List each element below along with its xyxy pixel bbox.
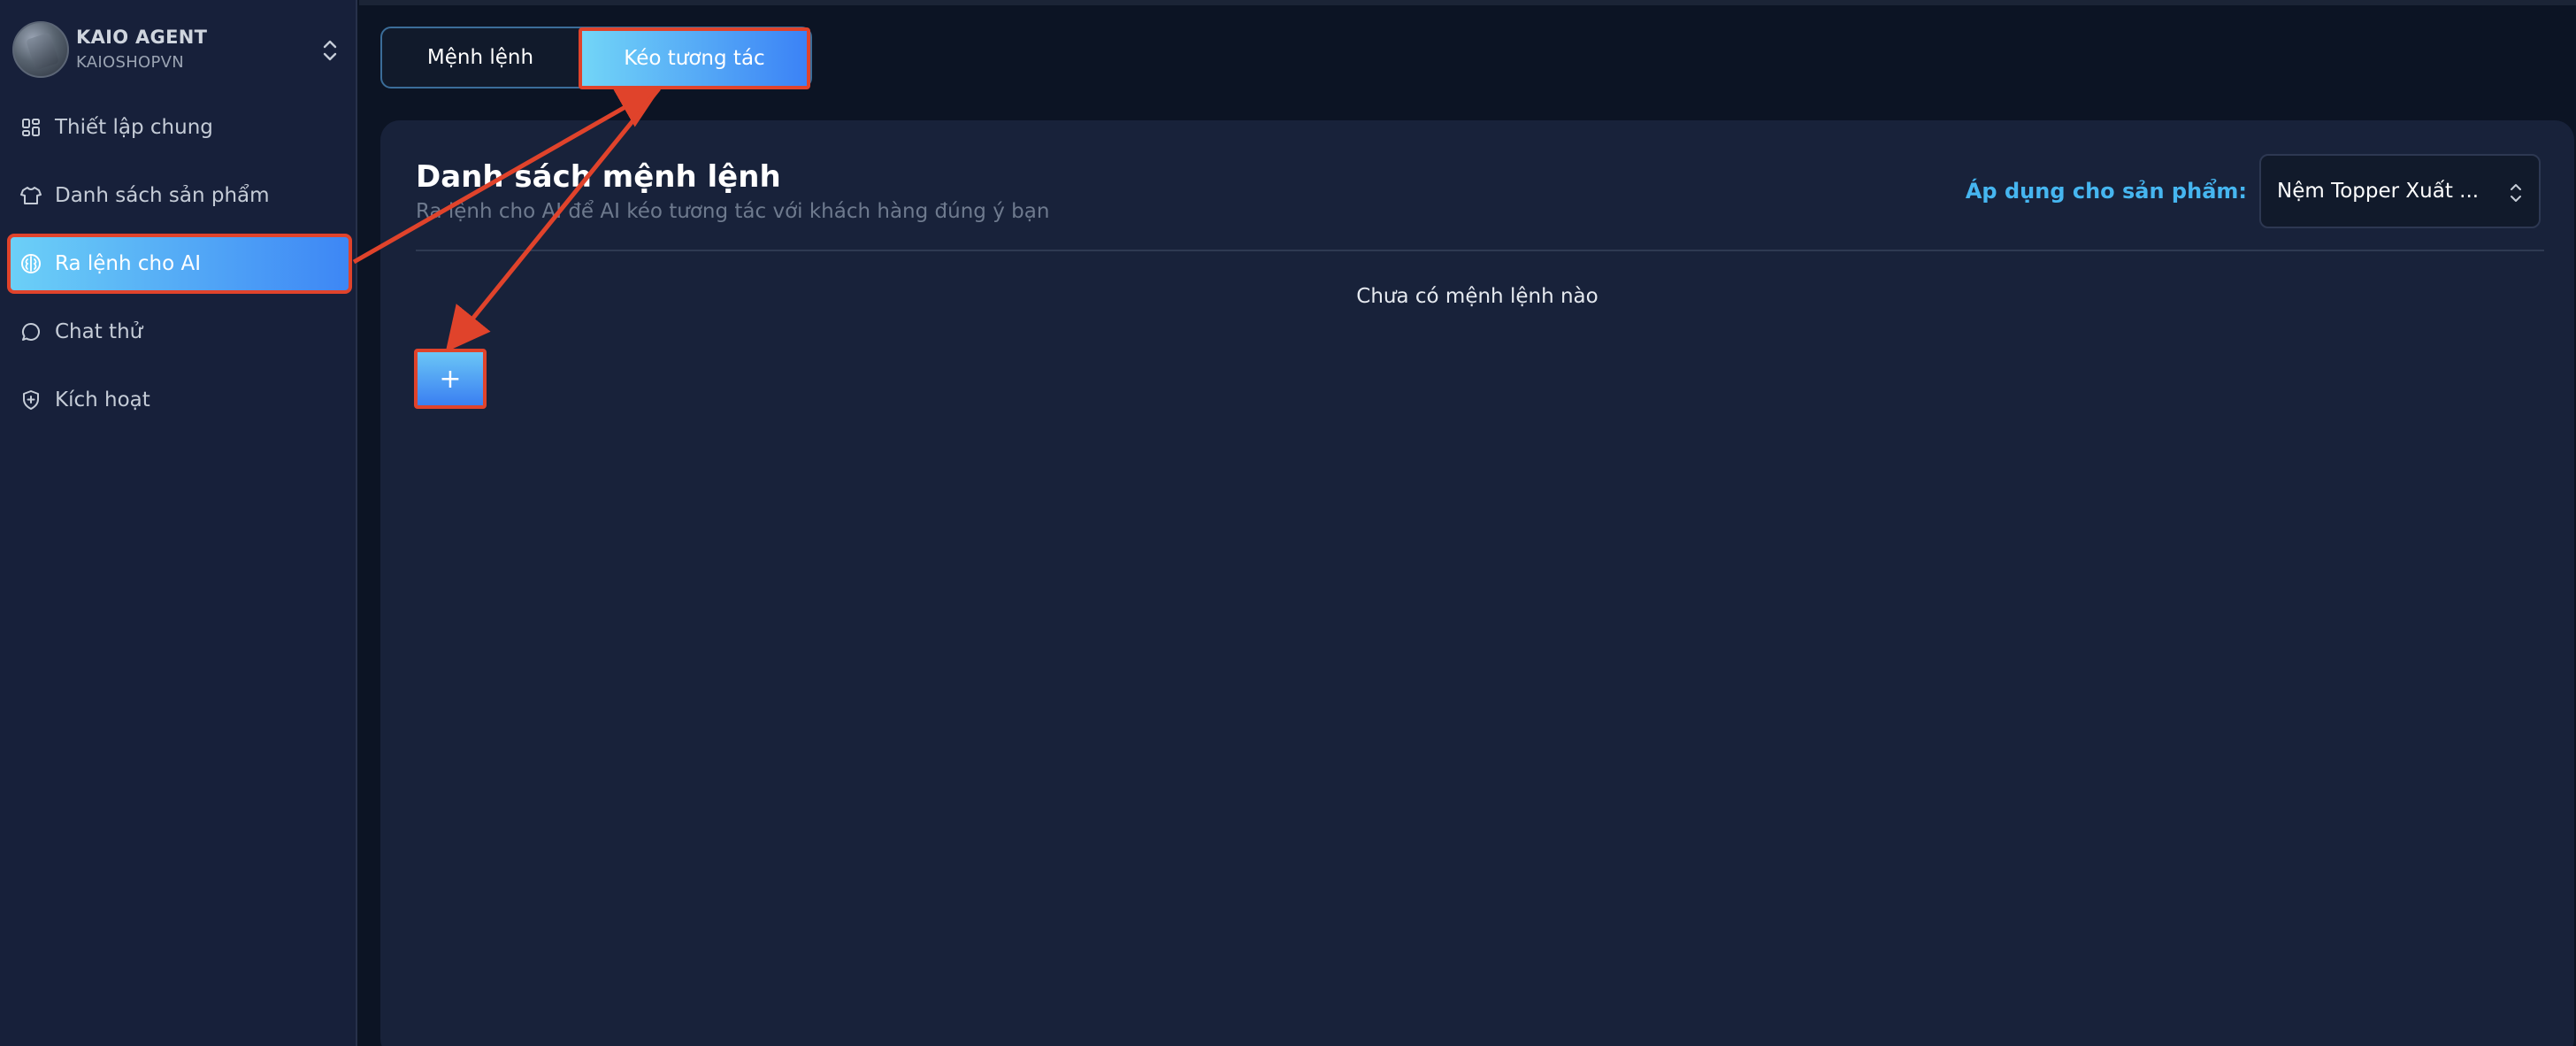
workspace-switcher[interactable]: KAIO AGENT KAIOSHOPVN: [12, 21, 345, 80]
tab-menh-lenh[interactable]: Mệnh lệnh: [382, 28, 579, 87]
product-select-value: Nệm Topper Xuất ...: [2277, 180, 2480, 203]
add-command-button[interactable]: +: [414, 349, 487, 409]
brain-icon: [19, 252, 42, 275]
workspace-name: KAIO AGENT: [76, 27, 208, 48]
sidebar-item-label: Chat thử: [55, 320, 143, 343]
chevron-up-down-icon[interactable]: [318, 37, 341, 64]
chat-bubble-icon: [19, 320, 42, 343]
sidebar-item-thiet-lap-chung[interactable]: Thiết lập chung: [9, 99, 350, 156]
chevron-up-down-icon: [2511, 184, 2521, 202]
header-divider: [416, 250, 2544, 251]
shield-plus-icon: [19, 388, 42, 411]
commands-panel: Danh sách mệnh lệnh Ra lệnh cho AI để AI…: [380, 120, 2574, 1046]
workspace-handle: KAIOSHOPVN: [76, 53, 185, 72]
avatar: [12, 21, 69, 78]
sidebar: KAIO AGENT KAIOSHOPVN Thiết lập chung Da…: [0, 0, 357, 1046]
grid-icon: [19, 116, 42, 139]
sidebar-item-chat-thu[interactable]: Chat thử: [9, 304, 350, 360]
apply-to-product-label: Áp dụng cho sản phẩm:: [1965, 179, 2247, 204]
top-divider: [359, 0, 2576, 5]
sidebar-item-label: Ra lệnh cho AI: [55, 252, 202, 275]
sidebar-item-label: Thiết lập chung: [55, 116, 213, 139]
page-title: Danh sách mệnh lệnh: [416, 159, 781, 195]
sidebar-item-label: Kích hoạt: [55, 388, 150, 411]
sidebar-item-ra-lenh-cho-ai[interactable]: Ra lệnh cho AI: [7, 234, 352, 294]
page-subtitle: Ra lệnh cho AI để AI kéo tương tác với k…: [416, 200, 1050, 223]
shirt-icon: [19, 184, 42, 207]
sidebar-item-label: Danh sách sản phẩm: [55, 184, 270, 207]
tab-keo-tuong-tac[interactable]: Kéo tương tác: [579, 27, 810, 89]
tab-bar: Mệnh lệnh Kéo tương tác: [380, 27, 812, 89]
sidebar-item-danh-sach-san-pham[interactable]: Danh sách sản phẩm: [9, 167, 350, 224]
sidebar-item-kich-hoat[interactable]: Kích hoạt: [9, 372, 350, 428]
product-select[interactable]: Nệm Topper Xuất ...: [2259, 154, 2541, 228]
empty-state-text: Chưa có mệnh lệnh nào: [1356, 285, 1598, 308]
